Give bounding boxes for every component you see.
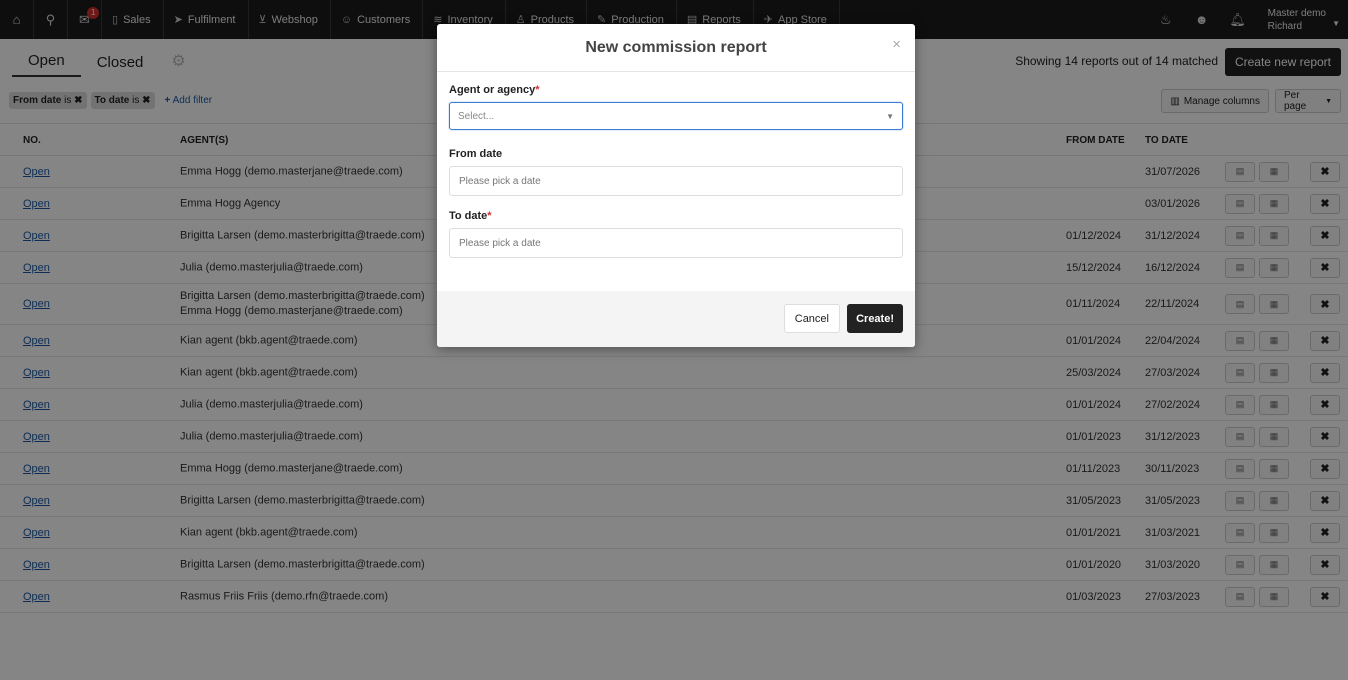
agent-select[interactable]: Select... ▼ (449, 102, 903, 130)
new-commission-report-modal: New commission report × Agent or agency*… (437, 24, 915, 347)
agent-label-text: Agent or agency (449, 84, 536, 96)
from-date-placeholder: Please pick a date (459, 175, 541, 187)
agent-select-placeholder: Select... (458, 110, 495, 122)
from-date-label: From date (449, 148, 503, 160)
modal-footer: Cancel Create! (437, 291, 915, 347)
to-date-label-text: To date (449, 210, 488, 222)
to-date-input[interactable]: Please pick a date (449, 228, 903, 258)
to-date-placeholder: Please pick a date (459, 237, 541, 249)
agent-field-label: Agent or agency* (449, 84, 903, 96)
to-date-field-label: To date* (449, 210, 903, 222)
create-button[interactable]: Create! (847, 304, 903, 333)
close-icon[interactable]: × (892, 36, 901, 53)
required-mark: * (535, 84, 540, 96)
required-mark: * (487, 210, 492, 222)
cancel-button[interactable]: Cancel (783, 304, 840, 333)
from-date-input[interactable]: Please pick a date (449, 166, 903, 196)
modal-title: New commission report (585, 38, 767, 56)
chevron-down-icon: ▼ (886, 111, 894, 121)
